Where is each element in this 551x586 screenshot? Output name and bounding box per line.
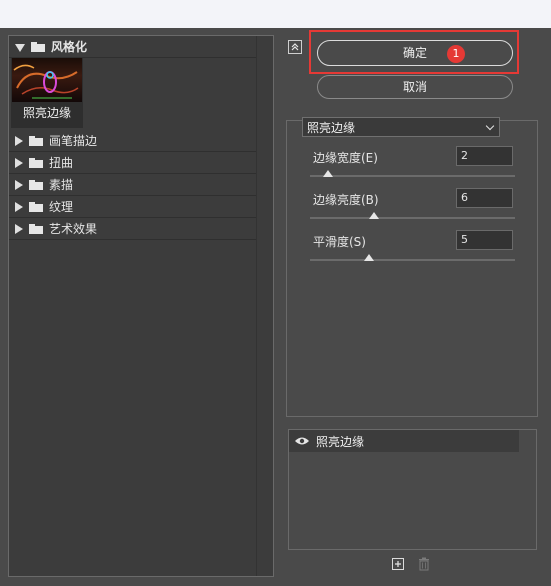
triangle-down-icon	[15, 43, 25, 52]
triangle-right-icon	[15, 135, 23, 146]
triangle-right-icon	[15, 223, 23, 234]
edge-brightness-slider[interactable]	[310, 217, 515, 219]
eye-icon[interactable]	[294, 436, 310, 446]
delete-effect-layer-button[interactable]	[418, 557, 430, 571]
triangle-right-icon	[15, 179, 23, 190]
folder-icon	[29, 135, 43, 146]
folder-icon	[29, 201, 43, 212]
collapse-gallery-button[interactable]	[288, 40, 302, 54]
cancel-button[interactable]: 取消	[317, 75, 513, 99]
edge-width-slider-thumb[interactable]	[323, 170, 334, 177]
new-effect-layer-button[interactable]	[392, 558, 404, 570]
group-brush-strokes[interactable]: 画笔描边	[9, 130, 257, 152]
group-label: 素描	[49, 178, 74, 192]
cancel-button-label: 取消	[402, 80, 427, 94]
thumbnail-image	[12, 58, 82, 102]
group-label: 扭曲	[49, 156, 74, 170]
step-badge: 1	[447, 45, 465, 63]
effect-layer-label: 照亮边缘	[316, 434, 365, 449]
folder-icon	[29, 223, 43, 234]
group-label: 画笔描边	[49, 134, 98, 148]
folder-icon	[31, 41, 45, 52]
double-chevron-up-icon	[291, 43, 299, 51]
smoothness-label: 平滑度(S)	[313, 235, 366, 249]
ok-button-label: 确定	[402, 46, 427, 60]
filter-thumbnail-glowing-edges[interactable]: 照亮边缘	[11, 58, 83, 128]
group-artistic[interactable]: 艺术效果	[9, 218, 257, 240]
gallery-scrollbar[interactable]	[256, 36, 273, 576]
effect-layer-row[interactable]: 照亮边缘	[289, 430, 519, 452]
thumbnail-caption: 照亮边缘	[22, 106, 71, 120]
edge-width-label: 边缘宽度(E)	[313, 151, 378, 165]
trash-icon	[419, 557, 429, 571]
smoothness-slider[interactable]	[310, 259, 515, 261]
edge-width-slider[interactable]	[310, 175, 515, 177]
group-label: 艺术效果	[49, 222, 98, 236]
edge-brightness-label: 边缘亮度(B)	[313, 193, 379, 207]
plus-icon	[395, 561, 401, 567]
group-stylize[interactable]: 风格化	[9, 36, 257, 58]
smoothness-input[interactable]: 5	[456, 230, 513, 250]
group-distort[interactable]: 扭曲	[9, 152, 257, 174]
group-label: 纹理	[49, 200, 74, 214]
smoothness-slider-thumb[interactable]	[364, 254, 375, 261]
edge-width-input[interactable]: 2	[456, 146, 513, 166]
folder-icon	[29, 179, 43, 190]
group-texture[interactable]: 纹理	[9, 196, 257, 218]
chevron-down-icon	[485, 121, 495, 131]
triangle-right-icon	[15, 201, 23, 212]
filter-gallery-panel: 风格化 照亮边缘 画笔描边 扭曲 素描 纹理 艺术效果	[8, 35, 274, 577]
filter-select[interactable]: 照亮边缘	[302, 117, 500, 137]
group-label: 风格化	[51, 40, 88, 54]
window-title-bar	[0, 0, 551, 28]
group-sketch[interactable]: 素描	[9, 174, 257, 196]
edge-brightness-input[interactable]: 6	[456, 188, 513, 208]
filter-select-value: 照亮边缘	[307, 120, 356, 135]
folder-icon	[29, 157, 43, 168]
edge-brightness-slider-thumb[interactable]	[368, 212, 379, 219]
layers-scrollbar[interactable]	[520, 430, 536, 549]
triangle-right-icon	[15, 157, 23, 168]
ok-button[interactable]: 确定	[317, 40, 513, 66]
